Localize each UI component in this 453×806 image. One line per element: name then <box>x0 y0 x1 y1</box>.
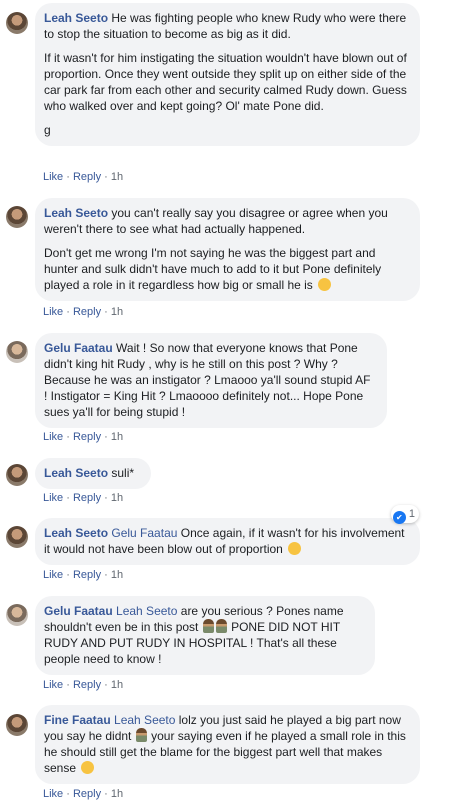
avatar[interactable] <box>6 526 28 548</box>
like-button[interactable]: Like <box>43 492 63 504</box>
timestamp[interactable]: 1h <box>111 788 123 800</box>
comment-bubble: Leah Seeto Gelu Faatau Once again, if it… <box>35 505 420 565</box>
timestamp[interactable]: 1h <box>111 431 123 443</box>
timestamp[interactable]: 1h <box>111 306 123 318</box>
like-button[interactable]: Like <box>43 679 63 691</box>
comment-bubble: Fine Faatau Leah Seeto lolz you just sai… <box>35 705 420 784</box>
avatar[interactable] <box>6 604 28 626</box>
reply-button[interactable]: Reply <box>73 788 101 800</box>
person-facepalming-emoji <box>135 728 147 742</box>
separator: · <box>104 306 108 318</box>
comment-bubble: Leah Seeto suli* <box>35 458 151 489</box>
slightly-smiling-face-emoji <box>318 278 332 291</box>
comment-author[interactable]: Gelu Faatau <box>44 341 113 355</box>
reply-button[interactable]: Reply <box>73 171 101 183</box>
comment-bubble: Gelu Faatau Leah Seeto are you serious ?… <box>35 596 375 675</box>
mention-link[interactable]: Leah Seeto <box>114 713 175 727</box>
avatar[interactable] <box>6 206 28 228</box>
like-button[interactable]: Like <box>43 171 63 183</box>
separator: · <box>104 171 108 183</box>
comment-text: g <box>44 123 51 137</box>
mention-link[interactable]: Gelu Faatau <box>111 526 177 540</box>
separator: · <box>104 569 108 581</box>
separator: · <box>104 492 108 504</box>
separator: · <box>66 306 70 318</box>
reply-button[interactable]: Reply <box>73 679 101 691</box>
comment-author[interactable]: Leah Seeto <box>44 526 108 540</box>
comment-author[interactable]: Leah Seeto <box>44 11 108 25</box>
comment-bubble: Leah Seeto He was fighting people who kn… <box>35 3 420 146</box>
comment-actions: Like · Reply · 1h <box>43 568 123 582</box>
separator: · <box>66 171 70 183</box>
reply-button[interactable]: Reply <box>73 492 101 504</box>
timestamp[interactable]: 1h <box>111 492 123 504</box>
comment-actions: Like · Reply · 1h <box>43 491 123 505</box>
comment-text: If it wasn't for him instigating the sit… <box>44 51 407 113</box>
reaction-count: 1 <box>408 508 415 520</box>
separator: · <box>104 431 108 443</box>
mention-link[interactable]: Leah Seeto <box>116 604 177 618</box>
comment-bubble: Gelu Faatau Wait ! So now that everyone … <box>35 333 387 428</box>
separator: · <box>66 431 70 443</box>
person-facepalming-emoji <box>202 619 214 633</box>
comment-actions: Like · Reply · 1h <box>43 678 123 692</box>
separator: · <box>104 679 108 691</box>
separator: · <box>66 492 70 504</box>
like-button[interactable]: Like <box>43 788 63 800</box>
separator: · <box>104 788 108 800</box>
reply-button[interactable]: Reply <box>73 306 101 318</box>
separator: · <box>66 679 70 691</box>
avatar[interactable] <box>6 714 28 736</box>
comment-author[interactable]: Fine Faatau <box>44 713 111 727</box>
comment-actions: Like · Reply · 1h <box>43 170 123 184</box>
like-button[interactable]: Like <box>43 306 63 318</box>
reaction-summary[interactable]: ✔ 1 <box>390 505 419 524</box>
comment-text: suli* <box>111 466 135 480</box>
like-button[interactable]: Like <box>43 431 63 443</box>
avatar[interactable] <box>6 464 28 486</box>
comment-bubble: Leah Seeto you can't really say you disa… <box>35 198 420 301</box>
timestamp[interactable]: 1h <box>111 569 123 581</box>
separator: · <box>66 569 70 581</box>
reply-button[interactable]: Reply <box>73 431 101 443</box>
like-button[interactable]: Like <box>43 569 63 581</box>
slightly-smiling-face-emoji <box>288 542 302 555</box>
thumbs-up-icon: ✔ <box>392 511 406 524</box>
person-facepalming-emoji <box>215 619 227 633</box>
avatar[interactable] <box>6 12 28 34</box>
comment-actions: Like · Reply · 1h <box>43 787 123 801</box>
timestamp[interactable]: 1h <box>111 171 123 183</box>
avatar[interactable] <box>6 341 28 363</box>
separator: · <box>66 788 70 800</box>
comment-author[interactable]: Leah Seeto <box>44 206 108 220</box>
reply-button[interactable]: Reply <box>73 569 101 581</box>
unamused-face-emoji <box>81 761 95 774</box>
comment-actions: Like · Reply · 1h <box>43 430 123 444</box>
timestamp[interactable]: 1h <box>111 679 123 691</box>
comment-author[interactable]: Gelu Faatau <box>44 604 113 618</box>
comment-author[interactable]: Leah Seeto <box>44 466 108 480</box>
comment-actions: Like · Reply · 1h <box>43 305 123 319</box>
